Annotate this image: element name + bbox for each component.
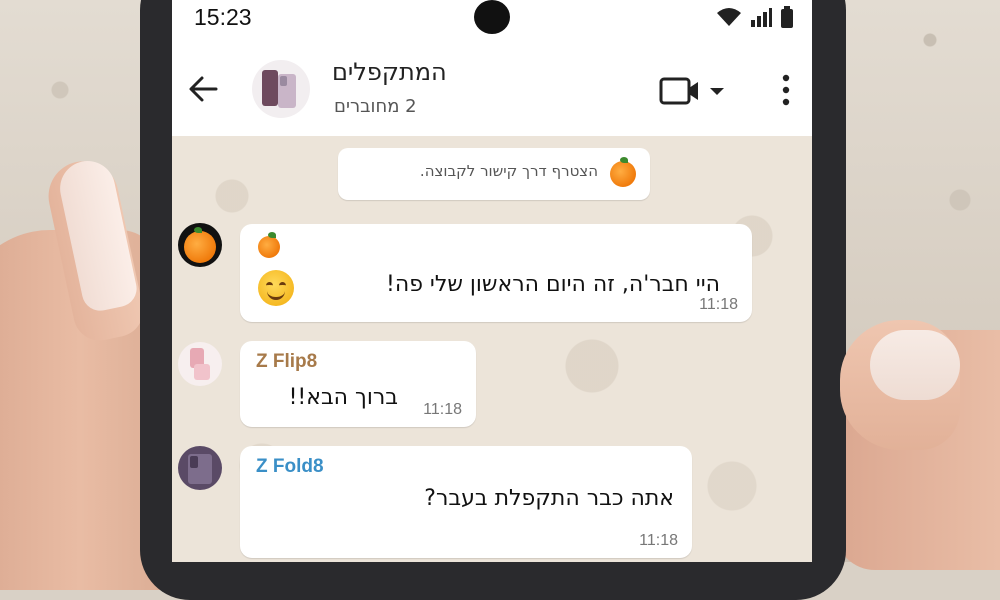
group-name[interactable]: המתקפלים (332, 58, 447, 86)
sender-orange-icon (258, 232, 280, 258)
front-camera (474, 0, 510, 34)
message-time: 11:18 (639, 532, 678, 549)
video-call-icon[interactable] (658, 74, 728, 108)
avatar[interactable] (178, 446, 222, 490)
orange-emoji-icon (610, 157, 636, 187)
status-bar: 15:23 (172, 0, 812, 38)
message-bubble[interactable]: היי חבר'ה, זה היום הראשון שלי פה! 11:18 (240, 224, 752, 322)
message-text: אתה כבר התקפלת בעבר? (424, 486, 674, 511)
avatar[interactable] (178, 223, 222, 267)
message-bubble[interactable]: Z Fold8 אתה כבר התקפלת בעבר? 11:18 (240, 446, 692, 558)
smiley-emoji-icon (258, 270, 294, 306)
message-text: היי חבר'ה, זה היום הראשון שלי פה! (386, 272, 720, 297)
signal-icon (751, 8, 772, 27)
chat-area[interactable]: הצטרף דרך קישור לקבוצה. היי חבר'ה, זה הי… (172, 136, 812, 562)
system-message-text: הצטרף דרך קישור לקבוצה. (419, 162, 598, 180)
phone-screen: 15:23 המתקפלים 2 מחוברים הצטרף דרך קישור… (172, 0, 812, 562)
status-time: 15:23 (194, 4, 252, 30)
orange-emoji-icon (184, 227, 216, 263)
sender-name[interactable]: Z Flip8 (256, 351, 317, 373)
group-avatar[interactable] (252, 60, 310, 118)
message-time: 11:18 (699, 296, 738, 313)
avatar[interactable] (178, 342, 222, 386)
message-bubble[interactable]: Z Flip8 ברוך הבא!! 11:18 (240, 341, 476, 427)
battery-icon (781, 6, 793, 28)
right-fingernail (870, 330, 960, 400)
back-arrow-icon[interactable] (186, 72, 220, 106)
message-time: 11:18 (423, 401, 462, 418)
group-members-status: 2 מחוברים (334, 96, 417, 117)
sender-name[interactable]: Z Fold8 (256, 456, 324, 478)
message-text: ברוך הבא!! (288, 385, 398, 410)
status-icons (716, 6, 794, 28)
wifi-icon (717, 8, 741, 26)
system-message: הצטרף דרך קישור לקבוצה. (338, 148, 650, 200)
more-options-icon[interactable] (776, 72, 796, 108)
chat-header: המתקפלים 2 מחוברים (172, 38, 812, 136)
